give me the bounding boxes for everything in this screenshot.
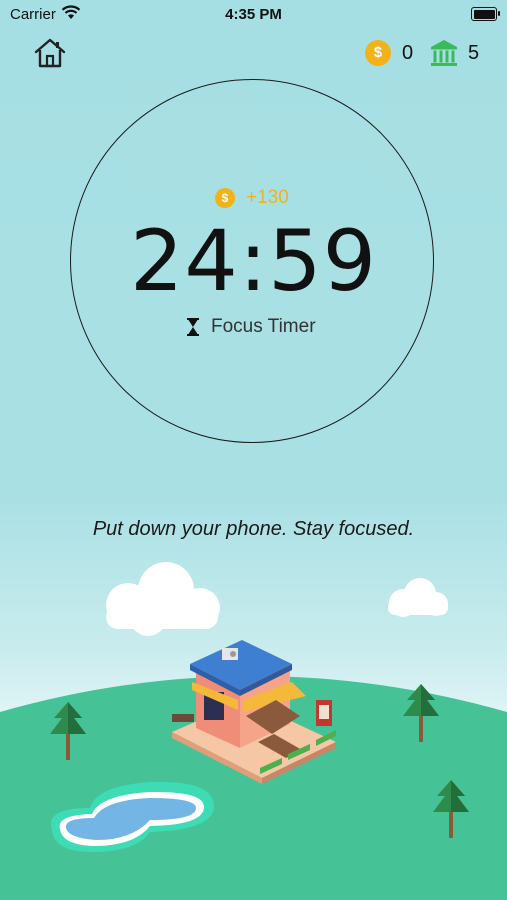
reward-coin-icon: $ [215,188,235,208]
motto-text: Put down your phone. Stay focused. [92,518,415,540]
coin-icon: $ [365,40,391,66]
coin-count: 0 [402,42,414,64]
status-time: 4:35 PM [225,6,282,23]
battery-icon [471,7,500,21]
town-scene [0,562,507,900]
bank-icon[interactable] [429,38,459,68]
timer-display: 24:59 [129,212,378,310]
hourglass-icon [187,318,199,336]
home-icon[interactable] [33,37,67,69]
building-count: 5 [468,42,480,64]
cloud [106,562,220,636]
timer-mode-label: Focus Timer [211,316,316,337]
reward-amount: +130 [246,187,289,208]
cloud [388,578,448,617]
status-bar: Carrier 4:35 PM [0,0,507,28]
